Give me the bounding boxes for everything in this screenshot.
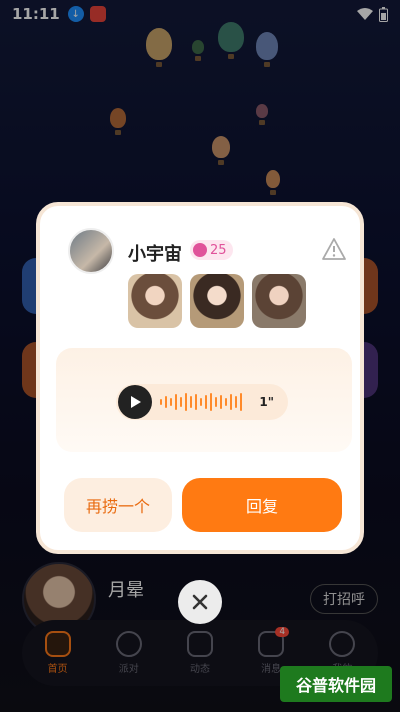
voice-message-area: 1" bbox=[56, 348, 352, 452]
voice-message-dialog: 小宇宙 25 1" 再捞一个 回复 bbox=[36, 202, 364, 554]
voice-message-player[interactable]: 1" bbox=[116, 384, 288, 420]
photo-strip bbox=[128, 274, 306, 328]
level-icon bbox=[193, 243, 207, 257]
user-photo[interactable] bbox=[252, 274, 306, 328]
voice-duration: 1" bbox=[259, 395, 274, 409]
app-screen: 11:11 ↓ 月晕 打招呼 首页 派对 动态 4 消息 小宇宙 25 1" 再… bbox=[0, 0, 400, 712]
close-button[interactable] bbox=[178, 580, 222, 624]
close-icon bbox=[192, 594, 208, 610]
level-value: 25 bbox=[210, 242, 227, 258]
watermark-logo: 谷普软件园 bbox=[280, 666, 392, 702]
level-badge: 25 bbox=[190, 240, 233, 260]
waveform bbox=[160, 393, 242, 411]
user-photo[interactable] bbox=[128, 274, 182, 328]
sender-avatar[interactable] bbox=[68, 228, 114, 274]
play-icon[interactable] bbox=[118, 385, 152, 419]
fish-again-button[interactable]: 再捞一个 bbox=[64, 478, 172, 532]
reply-button[interactable]: 回复 bbox=[182, 478, 342, 532]
report-warning-icon[interactable] bbox=[322, 238, 346, 260]
user-photo[interactable] bbox=[190, 274, 244, 328]
sender-name: 小宇宙 bbox=[128, 244, 182, 265]
